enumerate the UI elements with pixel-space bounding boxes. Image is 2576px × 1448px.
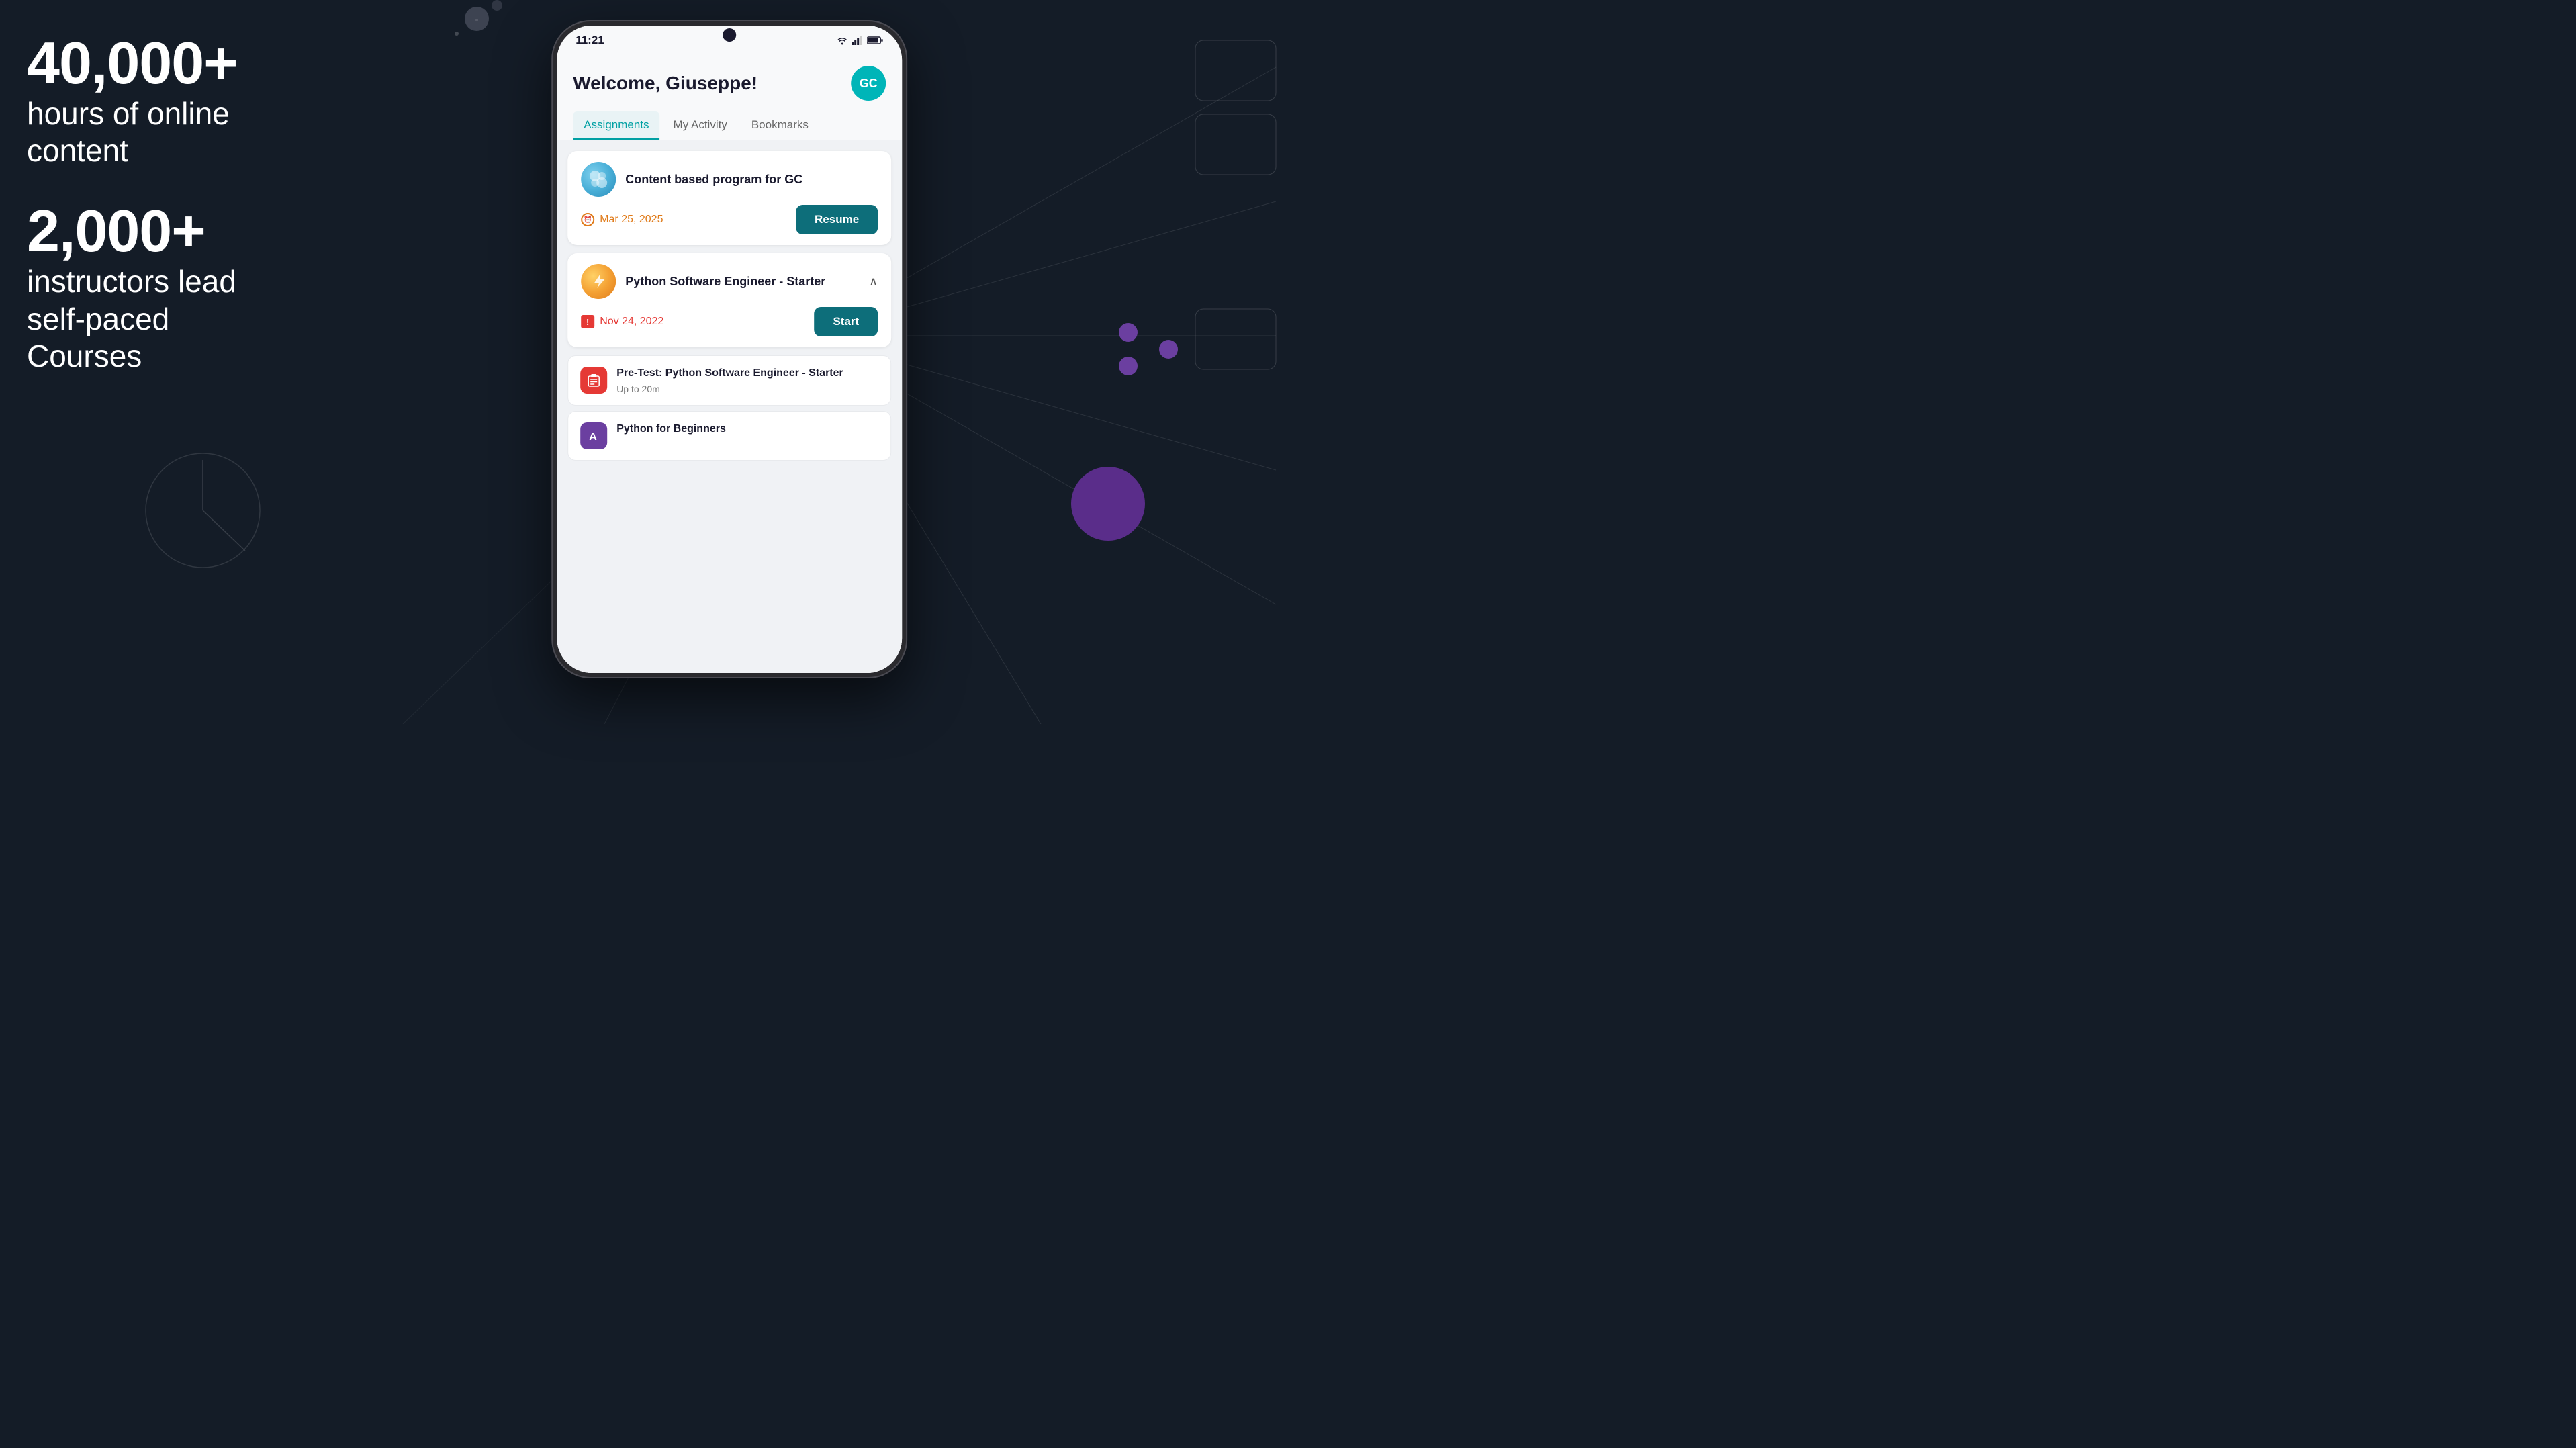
- status-icons: [836, 36, 883, 45]
- card1-date: ⏰ Mar 25, 2025: [581, 213, 663, 226]
- svg-text:A: A: [589, 431, 597, 443]
- stat2-number: 2,000+: [27, 201, 403, 261]
- card2-header: Python Software Engineer - Starter ∧: [581, 264, 878, 299]
- sub-item-1-text: Pre-Test: Python Software Engineer - Sta…: [616, 367, 843, 394]
- welcome-greeting: Welcome, Giuseppe!: [573, 73, 757, 94]
- user-avatar[interactable]: GC: [851, 66, 886, 101]
- card1-title: Content based program for GC: [625, 173, 878, 187]
- stat1-number: 40,000+: [27, 34, 403, 93]
- phone-screen: 11:21: [557, 26, 902, 673]
- pretest-icon: [580, 367, 607, 394]
- clock-icon: ⏰: [581, 213, 594, 226]
- phone-device: 11:21: [551, 20, 907, 678]
- course-icon-orange: [581, 264, 616, 299]
- assignment-card-2: Python Software Engineer - Starter ∧ ! N…: [567, 253, 891, 347]
- signal-icon: [852, 36, 864, 45]
- sub-item-2-header: A Python for Beginners: [580, 422, 878, 449]
- tabs-bar: Assignments My Activity Bookmarks: [557, 111, 902, 140]
- camera-notch: [723, 28, 736, 42]
- app-screen: 11:21: [557, 26, 902, 673]
- app-header: Welcome, Giuseppe! GC: [557, 52, 902, 111]
- card1-footer: ⏰ Mar 25, 2025 Resume: [581, 205, 878, 234]
- python-beginners-icon: A: [580, 422, 607, 449]
- stat2-desc: instructors leadself-pacedCourses: [27, 263, 403, 375]
- tab-bookmarks[interactable]: Bookmarks: [741, 111, 819, 140]
- phone-shell: 11:21: [551, 20, 907, 678]
- wifi-icon: [836, 36, 848, 45]
- sub-item-1-header: Pre-Test: Python Software Engineer - Sta…: [580, 367, 878, 394]
- assignment-card-1: Content based program for GC ⏰ Mar 25, 2…: [567, 151, 891, 245]
- status-time: 11:21: [576, 34, 604, 47]
- card1-header: Content based program for GC: [581, 162, 878, 197]
- start-button[interactable]: Start: [814, 307, 878, 336]
- sub-item-2-text: Python for Beginners: [616, 422, 726, 437]
- avatar-initials: GC: [860, 77, 878, 91]
- battery-icon: [867, 36, 883, 45]
- card2-date: ! Nov 24, 2022: [581, 315, 663, 328]
- sub-item-pretest: Pre-Test: Python Software Engineer - Sta…: [567, 355, 891, 406]
- resume-button[interactable]: Resume: [796, 205, 878, 234]
- tab-assignments[interactable]: Assignments: [573, 111, 659, 140]
- content-area: Content based program for GC ⏰ Mar 25, 2…: [557, 140, 902, 673]
- chevron-up-icon[interactable]: ∧: [869, 275, 878, 289]
- card2-footer: ! Nov 24, 2022 Start: [581, 307, 878, 336]
- card2-title: Python Software Engineer - Starter: [625, 275, 860, 289]
- tab-my-activity[interactable]: My Activity: [663, 111, 738, 140]
- course-icon-blue: [581, 162, 616, 197]
- warning-icon: !: [581, 315, 594, 328]
- sub-item-1-duration: Up to 20m: [616, 383, 843, 394]
- left-panel: 40,000+ hours of onlinecontent 2,000+ in…: [27, 34, 403, 407]
- sub-item-2-title: Python for Beginners: [616, 422, 726, 437]
- sub-item-1-title: Pre-Test: Python Software Engineer - Sta…: [616, 367, 843, 381]
- stat1-desc: hours of onlinecontent: [27, 95, 403, 169]
- sub-item-python-beginners: A Python for Beginners: [567, 411, 891, 461]
